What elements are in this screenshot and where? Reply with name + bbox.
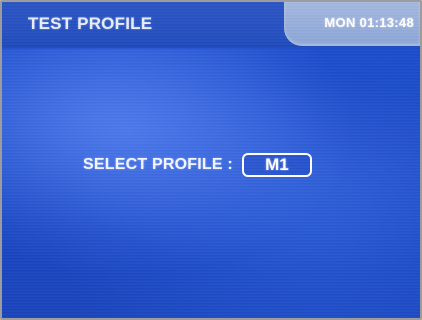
profile-selector[interactable]: M1 bbox=[241, 153, 312, 177]
page-title: TEST PROFILE bbox=[28, 14, 153, 33]
selected-profile-value: M1 bbox=[265, 155, 289, 174]
header-bar: TEST PROFILE MON 01:13:48 bbox=[2, 2, 420, 48]
select-profile-label: SELECT PROFILE : bbox=[83, 156, 233, 173]
clock-readout: MON 01:13:48 bbox=[324, 15, 414, 30]
clock-panel: MON 01:13:48 bbox=[284, 2, 420, 46]
profile-select-row: SELECT PROFILE : M1 bbox=[83, 150, 312, 180]
device-screen: TEST PROFILE MON 01:13:48 SELECT PROFILE… bbox=[0, 0, 422, 320]
